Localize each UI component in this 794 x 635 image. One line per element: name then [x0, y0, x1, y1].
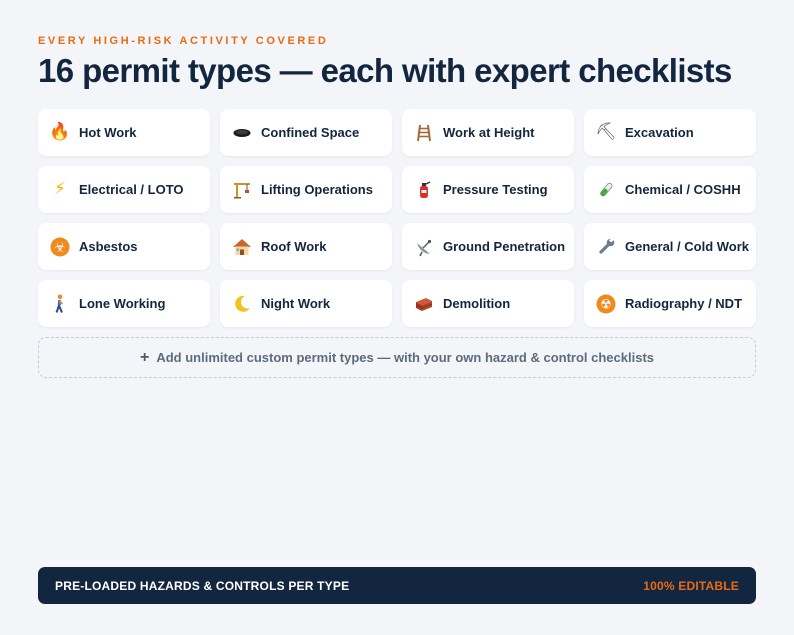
person-walking-icon — [50, 294, 70, 314]
crane-icon — [232, 180, 252, 200]
permit-card-lone-working[interactable]: Lone Working — [38, 280, 210, 327]
permit-label: Radiography / NDT — [625, 296, 743, 311]
permit-label: Electrical / LOTO — [79, 182, 184, 197]
footer-banner: PRE-LOADED HAZARDS & CONTROLS PER TYPE 1… — [38, 567, 756, 604]
plus-icon: + — [139, 348, 150, 366]
add-custom-permit-label: Add unlimited custom permit types — with… — [156, 350, 655, 365]
fire-icon: 🔥 — [49, 122, 71, 142]
permit-label: Demolition — [443, 296, 511, 311]
bricks-icon — [414, 294, 434, 314]
permit-label: Hot Work — [79, 125, 137, 140]
footer-right-text: 100% EDITABLE — [643, 578, 739, 593]
permit-card-night-work[interactable]: Night Work — [220, 280, 392, 327]
test-tube-icon — [596, 180, 616, 200]
permit-card-demolition[interactable]: Demolition — [402, 280, 574, 327]
pick-icon: ⛏ — [595, 122, 617, 142]
satellite-dish-icon — [414, 237, 434, 257]
permit-card-general-cold-work[interactable]: General / Cold Work — [584, 223, 756, 270]
manhole-icon — [232, 123, 252, 143]
permit-card-hot-work[interactable]: 🔥 Hot Work — [38, 109, 210, 156]
permit-label: Work at Height — [443, 125, 535, 140]
permit-label: Ground Penetration — [443, 239, 566, 254]
house-icon — [232, 237, 252, 257]
permit-label: Lifting Operations — [261, 182, 373, 197]
permit-card-roof-work[interactable]: Roof Work — [220, 223, 392, 270]
permit-label: Chemical / COSHH — [625, 182, 741, 197]
footer-left-text: PRE-LOADED HAZARDS & CONTROLS PER TYPE — [55, 578, 350, 593]
permit-label: Night Work — [261, 296, 331, 311]
radioactive-icon: ☢ — [596, 294, 616, 314]
permit-label: Pressure Testing — [443, 182, 548, 197]
permit-label: General / Cold Work — [625, 239, 750, 254]
svg-text:☢: ☢ — [600, 297, 612, 312]
add-custom-permit-button[interactable]: + Add unlimited custom permit types — wi… — [38, 337, 756, 378]
wrench-icon — [596, 237, 616, 257]
permit-type-grid: 🔥 Hot Work Confined Space Work at Height… — [38, 109, 756, 327]
permit-label: Confined Space — [261, 125, 360, 140]
permit-card-work-at-height[interactable]: Work at Height — [402, 109, 574, 156]
eyebrow-label: EVERY HIGH-RISK ACTIVITY COVERED — [38, 35, 329, 47]
permit-card-asbestos[interactable]: ☣ Asbestos — [38, 223, 210, 270]
permit-card-chemical-coshh[interactable]: Chemical / COSHH — [584, 166, 756, 213]
crescent-moon-icon — [232, 294, 252, 314]
biohazard-icon: ☣ — [50, 237, 70, 257]
svg-text:☣: ☣ — [54, 240, 66, 255]
lightning-icon: ⚡ — [54, 179, 66, 199]
fire-extinguisher-icon — [414, 180, 434, 200]
permit-card-radiography-ndt[interactable]: ☢ Radiography / NDT — [584, 280, 756, 327]
page-title: 16 permit types — each with expert check… — [38, 52, 732, 89]
permit-card-excavation[interactable]: ⛏ Excavation — [584, 109, 756, 156]
permit-card-ground-penetration[interactable]: Ground Penetration — [402, 223, 574, 270]
permit-label: Asbestos — [79, 239, 138, 254]
permit-card-electrical-loto[interactable]: ⚡ Electrical / LOTO — [38, 166, 210, 213]
permit-card-pressure-testing[interactable]: Pressure Testing — [402, 166, 574, 213]
permit-label: Lone Working — [79, 296, 166, 311]
permit-card-lifting-operations[interactable]: Lifting Operations — [220, 166, 392, 213]
permit-card-confined-space[interactable]: Confined Space — [220, 109, 392, 156]
permit-label: Excavation — [625, 125, 694, 140]
permit-label: Roof Work — [261, 239, 327, 254]
ladder-icon — [414, 123, 434, 143]
